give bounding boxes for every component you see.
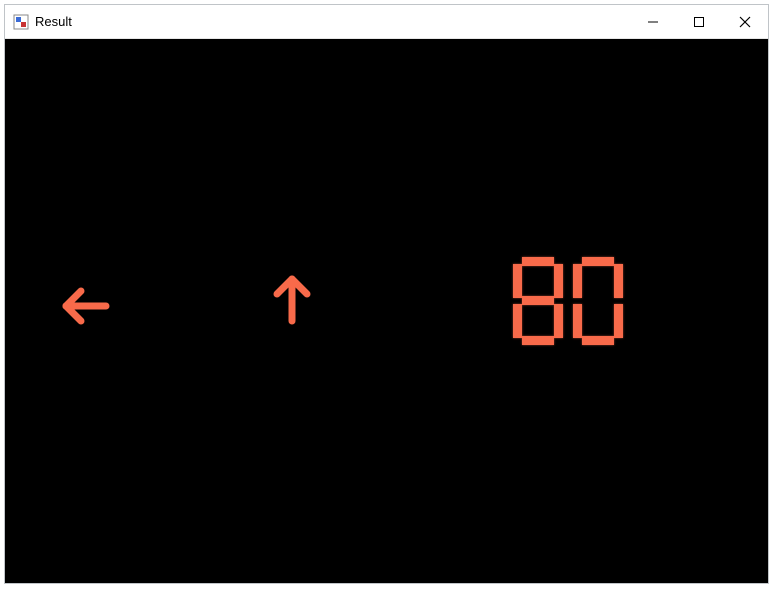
app-icon <box>13 14 29 30</box>
close-button[interactable] <box>722 5 768 38</box>
digit-1 <box>573 257 623 345</box>
window-title: Result <box>35 14 72 29</box>
app-window: Result <box>4 4 769 584</box>
titlebar[interactable]: Result <box>5 5 768 39</box>
digit-0 <box>513 257 563 345</box>
arrow-up-icon <box>270 271 314 332</box>
seven-segment-display <box>513 257 623 345</box>
minimize-button[interactable] <box>630 5 676 38</box>
arrow-left-icon <box>60 284 112 333</box>
window-controls <box>630 5 768 38</box>
image-viewport <box>5 39 768 583</box>
maximize-button[interactable] <box>676 5 722 38</box>
